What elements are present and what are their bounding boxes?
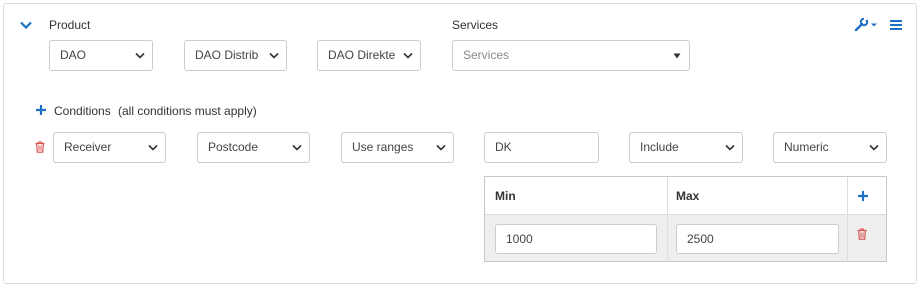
chevron-down-icon [134,41,146,70]
chevron-down-icon [402,41,414,70]
services-select[interactable]: Services [452,40,690,71]
condition-mode-select[interactable]: Use ranges [341,132,454,163]
condition-attribute-value: Postcode [208,140,259,154]
min-header: Min [495,189,516,203]
chevron-down-icon [147,133,159,162]
conditions-title: Conditions [54,104,111,118]
condition-value-input[interactable]: DK [484,132,599,163]
conditions-note: (all conditions must apply) [118,104,257,118]
max-header: Max [676,189,700,203]
chevron-down-icon [724,133,736,162]
wrench-dropdown-icon[interactable] [854,17,878,33]
range-table: Min Max 1000 2500 [484,176,887,262]
condition-attribute-select[interactable]: Postcode [197,132,310,163]
condition-field-value: Receiver [64,140,112,154]
condition-action-value: Include [640,140,679,154]
condition-field-select[interactable]: Receiver [53,132,166,163]
product-select-value: DAO [60,48,87,62]
menu-icon[interactable] [889,18,903,32]
chevron-down-icon [435,133,447,162]
distribution-select-value: DAO Distrib [195,48,259,62]
condition-type-select[interactable]: Numeric [773,132,887,163]
delete-condition-icon[interactable] [34,140,46,154]
condition-action-select[interactable]: Include [629,132,743,163]
direct-select[interactable]: DAO Direkte [317,40,421,71]
condition-mode-value: Use ranges [352,140,414,154]
chevron-down-icon [868,133,880,162]
column-divider [667,177,668,261]
range-min-input[interactable]: 1000 [495,224,657,254]
delete-range-icon[interactable] [856,227,868,241]
add-range-icon[interactable] [857,190,869,202]
collapse-chevron-icon[interactable] [19,19,33,31]
add-condition-icon[interactable] [35,104,47,116]
product-label: Product [49,18,91,32]
product-select[interactable]: DAO [49,40,153,71]
caret-down-icon [671,41,683,70]
range-table-header: Min Max [485,177,886,215]
services-label: Services [452,18,499,32]
chevron-down-icon [268,41,280,70]
range-max-input[interactable]: 2500 [676,224,839,254]
column-divider [847,177,848,261]
direct-select-value: DAO Direkte [328,48,396,62]
condition-type-value: Numeric [784,140,829,154]
chevron-down-icon [291,133,303,162]
services-select-placeholder: Services [463,48,510,62]
distribution-select[interactable]: DAO Distrib [184,40,287,71]
